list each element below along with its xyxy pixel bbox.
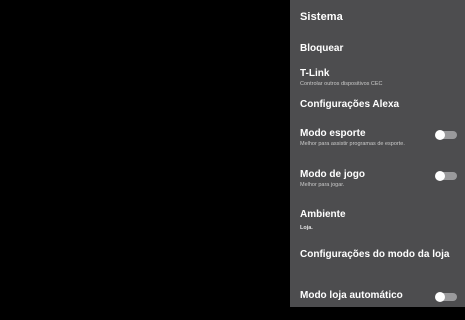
auto-store-mode-toggle[interactable] <box>435 292 457 302</box>
menu-item-game-mode[interactable]: Modo de jogo Melhor para jogar. <box>290 169 465 199</box>
menu-item-label: Ambiente <box>300 209 346 220</box>
menu-item-label: T-Link <box>300 68 330 79</box>
game-mode-toggle[interactable] <box>435 171 457 181</box>
menu-item-sport-mode[interactable]: Modo esporte Melhor para assistir progra… <box>290 128 465 158</box>
menu-item-label: Bloquear <box>300 43 344 54</box>
toggle-knob <box>435 292 445 302</box>
settings-side-panel: Sistema Bloquear T-Link Controlar outros… <box>290 0 465 307</box>
tv-video-area <box>0 0 290 307</box>
panel-title: Sistema <box>300 11 343 23</box>
menu-item-value: Loja. <box>300 225 313 231</box>
menu-item-t-link[interactable]: T-Link Controlar outros dispositivos CEC <box>290 68 465 98</box>
toggle-knob <box>435 171 445 181</box>
toggle-knob <box>435 130 445 140</box>
menu-item-description: Melhor para assistir programas de esport… <box>300 141 405 147</box>
menu-item-auto-store-mode[interactable]: Modo loja automático <box>290 290 465 320</box>
menu-item-store-mode-settings[interactable]: Configurações do modo da loja <box>290 249 465 279</box>
menu-item-label: Configurações Alexa <box>300 99 400 110</box>
menu-item-alexa-settings[interactable]: Configurações Alexa <box>290 99 465 129</box>
sport-mode-toggle[interactable] <box>435 130 457 140</box>
menu-item-label: Modo de jogo <box>300 169 365 180</box>
menu-item-description: Controlar outros dispositivos CEC <box>300 81 383 87</box>
menu-item-environment[interactable]: Ambiente Loja. <box>290 209 465 239</box>
menu-item-description: Melhor para jogar. <box>300 182 345 188</box>
menu-item-label: Modo esporte <box>300 128 366 139</box>
menu-item-label: Configurações do modo da loja <box>300 249 450 260</box>
menu-item-label: Modo loja automático <box>300 290 403 301</box>
